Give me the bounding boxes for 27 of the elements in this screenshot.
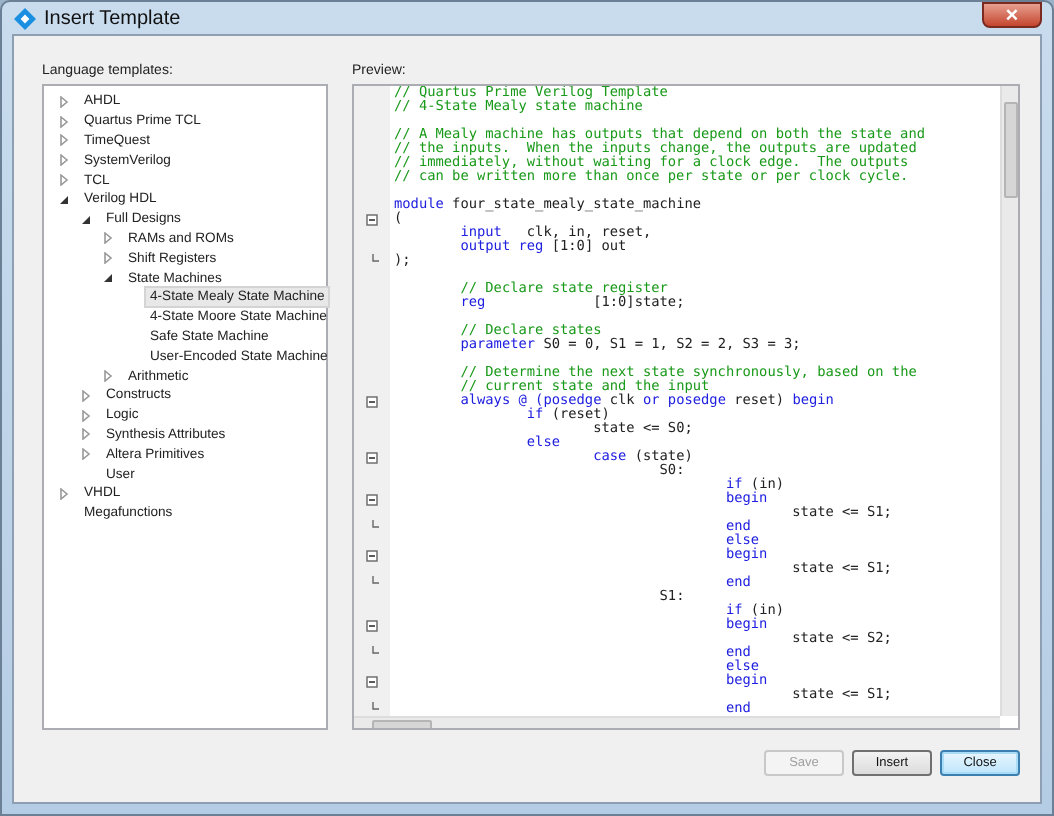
collapsed-arrow-icon[interactable]	[102, 370, 114, 383]
collapsed-arrow-icon[interactable]	[102, 232, 114, 245]
fold-minus-icon[interactable]	[366, 451, 378, 463]
window-title: Insert Template	[44, 7, 183, 29]
horizontal-scrollbar[interactable]	[354, 716, 1000, 728]
collapsed-arrow-icon[interactable]	[80, 448, 92, 461]
collapsed-arrow-icon[interactable]	[80, 428, 92, 441]
collapsed-arrow-icon[interactable]	[58, 487, 70, 500]
collapsed-arrow-icon[interactable]	[80, 389, 92, 402]
expanded-arrow-icon[interactable]	[102, 272, 114, 285]
expanded-arrow-icon[interactable]	[80, 213, 92, 226]
collapsed-arrow-icon[interactable]	[58, 95, 70, 108]
fold-minus-icon[interactable]	[366, 213, 378, 225]
collapsed-arrow-icon[interactable]	[58, 174, 70, 187]
fold-minus-icon[interactable]	[366, 493, 378, 505]
expanded-arrow-icon[interactable]	[58, 193, 70, 206]
fold-minus-icon[interactable]	[366, 619, 378, 631]
fold-minus-icon[interactable]	[366, 675, 378, 687]
collapsed-arrow-icon[interactable]	[80, 409, 92, 422]
collapsed-arrow-icon[interactable]	[58, 115, 70, 128]
collapsed-arrow-icon[interactable]	[102, 252, 114, 265]
fold-minus-icon[interactable]	[366, 549, 378, 561]
fold-minus-icon[interactable]	[366, 395, 378, 407]
app-diamond-icon	[14, 7, 36, 29]
vertical-scrollbar[interactable]	[1000, 86, 1018, 716]
collapsed-arrow-icon[interactable]	[58, 134, 70, 147]
collapsed-arrow-icon[interactable]	[58, 154, 70, 167]
